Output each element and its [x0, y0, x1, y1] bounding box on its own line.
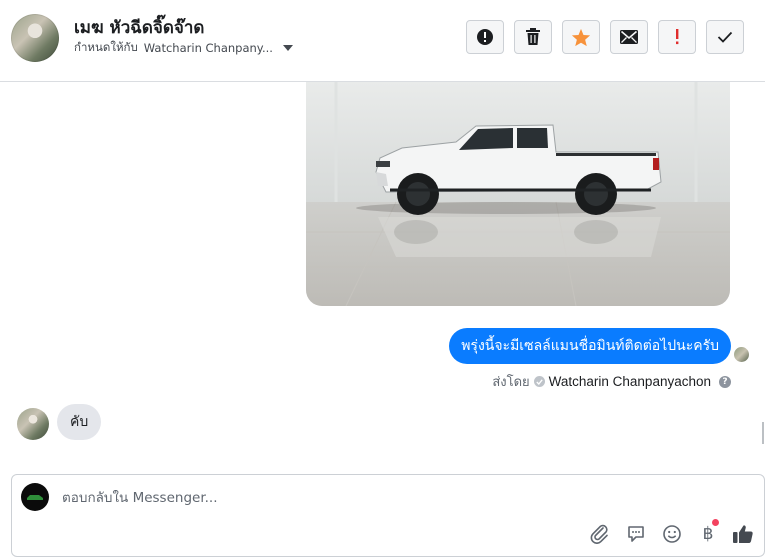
saved-replies-button[interactable] [624, 522, 648, 546]
sent-by-name: Watcharin Chanpanyachon [548, 374, 711, 389]
assignee-selector[interactable]: กำหนดให้กับ Watcharin Chanpany... [74, 39, 293, 57]
seen-avatar [734, 347, 749, 362]
delete-button[interactable] [514, 20, 552, 54]
check-circle-icon [533, 376, 545, 387]
payment-button[interactable]: ฿ [696, 519, 720, 546]
assign-prefix: กำหนดให้กับ [74, 40, 138, 54]
reply-composer: ฿ [11, 474, 765, 557]
scrollbar[interactable] [762, 422, 764, 444]
like-icon [733, 525, 753, 543]
incoming-message-bubble[interactable]: คับ [57, 404, 102, 440]
sent-by-prefix: ส่งโดย [492, 375, 530, 390]
caret-down-icon [282, 45, 293, 51]
spam-button[interactable] [466, 20, 504, 54]
conversation-header: เมฆ หัวฉีดจิ๊ดจ๊าด กำหนดให้กับ Watcharin… [0, 0, 765, 82]
like-button[interactable] [731, 522, 755, 546]
envelope-icon [620, 30, 638, 44]
contact-avatar[interactable] [11, 14, 59, 62]
attach-button[interactable] [588, 522, 612, 546]
assignee-name: Watcharin Chanpany... [143, 41, 273, 55]
baht-payment-icon: ฿ [702, 524, 714, 544]
star-icon [571, 28, 591, 46]
reply-input[interactable] [60, 485, 584, 511]
star-button[interactable] [562, 20, 600, 54]
follow-up-button[interactable] [658, 20, 696, 54]
alert-circle-icon [477, 29, 493, 45]
exclamation-icon [676, 29, 679, 45]
paperclip-icon [590, 524, 608, 544]
saved-replies-icon [628, 526, 644, 542]
notification-dot [712, 519, 719, 526]
emoji-button[interactable] [660, 522, 684, 546]
outgoing-message-bubble[interactable]: พรุ่งนี้จะมีเซลล์แมนชื่อมินท์ติดต่อไปนะค… [449, 328, 731, 364]
sent-by-line: ส่งโดย Watcharin Chanpanyachon ? [492, 371, 731, 392]
truck-photo [306, 82, 730, 306]
contact-name[interactable]: เมฆ หัวฉีดจิ๊ดจ๊าด [74, 14, 204, 41]
trash-icon [526, 28, 540, 45]
page-logo [21, 483, 49, 511]
help-icon[interactable]: ? [719, 375, 731, 388]
check-icon [717, 31, 733, 43]
done-button[interactable] [706, 20, 744, 54]
contact-avatar-small[interactable] [17, 408, 49, 440]
mark-unread-button[interactable] [610, 20, 648, 54]
photo-attachment[interactable] [306, 82, 730, 306]
emoji-icon [663, 525, 681, 543]
